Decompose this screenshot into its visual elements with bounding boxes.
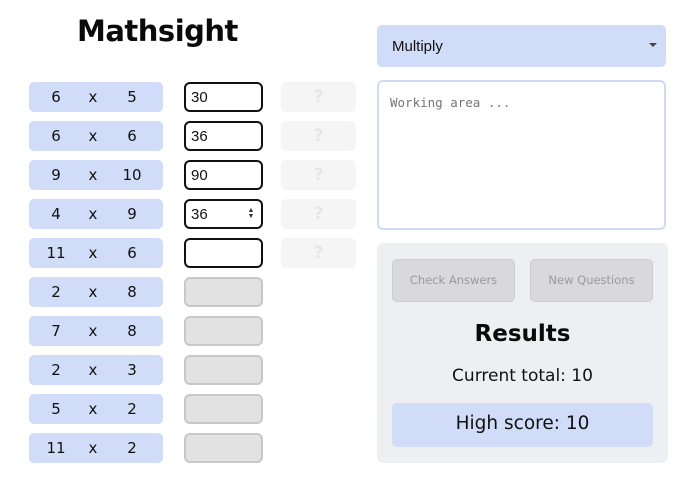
question-card: 4 x 9: [29, 199, 163, 229]
operand-a: 2: [51, 283, 61, 301]
operator: x: [88, 88, 98, 106]
question-card: 11 x 2: [29, 433, 163, 463]
chevron-down-icon: [649, 43, 657, 47]
result-mark: ?: [281, 82, 356, 112]
answer-input[interactable]: [184, 238, 263, 268]
operator: x: [88, 127, 98, 145]
question-card: 7 x 8: [29, 316, 163, 346]
result-mark: ?: [281, 121, 356, 151]
current-total: Current total: 10: [452, 366, 593, 386]
operator: x: [88, 166, 98, 184]
question-card: 2 x 3: [29, 355, 163, 385]
operand-b: 10: [122, 166, 142, 184]
answer-input: [184, 394, 263, 424]
operand-b: 6: [127, 244, 137, 262]
result-mark: ?: [281, 160, 356, 190]
operation-select-value: Multiply: [392, 38, 443, 55]
answer-input: [184, 316, 263, 346]
working-area[interactable]: [377, 80, 666, 230]
app-logo: Mathsight: [77, 14, 238, 48]
result-mark: ?: [281, 238, 356, 268]
operand-b: 6: [127, 127, 137, 145]
high-score: High score: 10: [392, 403, 653, 447]
question-card: 6 x 6: [29, 121, 163, 151]
operand-a: 9: [51, 166, 61, 184]
operand-a: 6: [51, 127, 61, 145]
operand-b: 2: [127, 439, 137, 457]
new-questions-button[interactable]: New Questions: [530, 259, 653, 302]
operator: x: [88, 322, 98, 340]
operand-b: 5: [127, 88, 137, 106]
operator: x: [88, 439, 98, 457]
question-card: 2 x 8: [29, 277, 163, 307]
operand-a: 7: [51, 322, 61, 340]
answer-input: [184, 433, 263, 463]
answer-input[interactable]: [184, 82, 263, 112]
answer-input[interactable]: [184, 121, 263, 151]
number-spinner-icon[interactable]: ▲ ▼: [247, 207, 255, 220]
operand-b: 9: [127, 205, 137, 223]
operator: x: [88, 400, 98, 418]
question-card: 9 x 10: [29, 160, 163, 190]
operand-b: 8: [127, 322, 137, 340]
answer-input: [184, 277, 263, 307]
operation-select[interactable]: Multiply: [377, 25, 666, 67]
operand-b: 3: [127, 361, 137, 379]
operand-a: 2: [51, 361, 61, 379]
question-card: 6 x 5: [29, 82, 163, 112]
results-panel: Check Answers New Questions Results Curr…: [377, 243, 668, 463]
answer-input[interactable]: [184, 160, 263, 190]
question-card: 5 x 2: [29, 394, 163, 424]
operand-b: 8: [127, 283, 137, 301]
operand-b: 2: [127, 400, 137, 418]
check-answers-button[interactable]: Check Answers: [392, 259, 515, 302]
operand-a: 5: [51, 400, 61, 418]
operand-a: 11: [46, 439, 66, 457]
operand-a: 11: [46, 244, 66, 262]
operator: x: [88, 205, 98, 223]
operand-a: 4: [51, 205, 61, 223]
operator: x: [88, 283, 98, 301]
operator: x: [88, 244, 98, 262]
answer-input: [184, 355, 263, 385]
question-card: 11 x 6: [29, 238, 163, 268]
result-mark: ?: [281, 199, 356, 229]
operand-a: 6: [51, 88, 61, 106]
results-title: Results: [474, 321, 571, 347]
operator: x: [88, 361, 98, 379]
